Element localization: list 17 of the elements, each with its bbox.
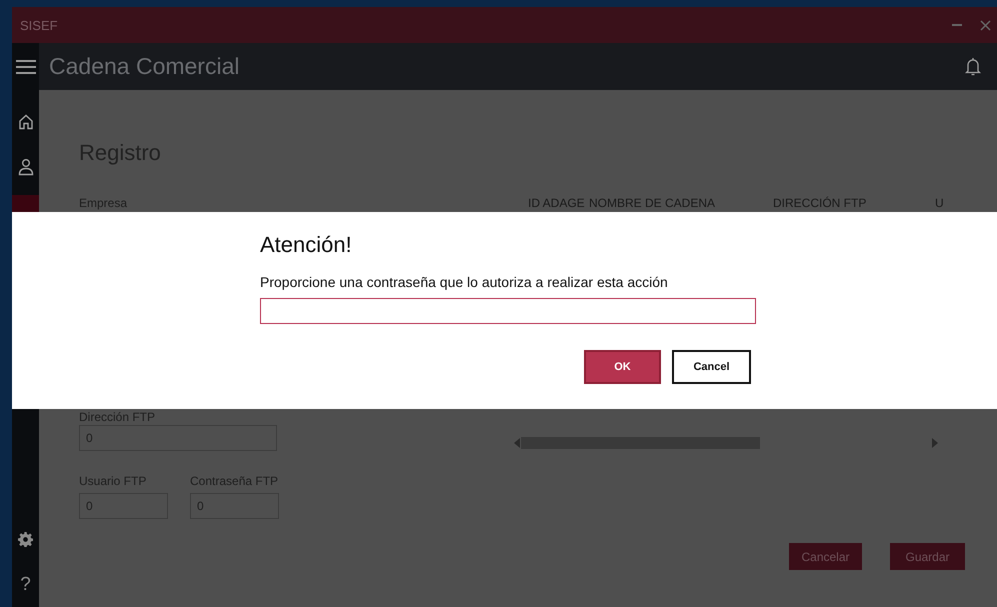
cancel-button[interactable]: Cancelar <box>789 543 862 570</box>
ok-button[interactable]: OK <box>584 350 661 384</box>
save-button[interactable]: Guardar <box>890 543 965 570</box>
cancel-button[interactable]: Cancel <box>672 350 751 384</box>
menu-icon[interactable] <box>16 60 36 74</box>
app-title: SISEF <box>20 18 59 32</box>
bell-icon[interactable] <box>965 56 981 76</box>
dialog-message: Proporcione una contraseña que lo autoriza a realizar esta acción <box>260 274 669 290</box>
close-icon[interactable] <box>980 20 991 30</box>
settings-icon[interactable] <box>18 532 33 547</box>
minimize-icon[interactable] <box>952 23 962 27</box>
help-icon[interactable]: ? <box>20 574 31 596</box>
page-title: Cadena Comercial <box>49 53 240 80</box>
dialog-title: Atención! <box>260 231 353 259</box>
home-icon[interactable] <box>18 114 34 130</box>
person-icon[interactable] <box>18 158 34 176</box>
password-field[interactable] <box>260 298 756 324</box>
